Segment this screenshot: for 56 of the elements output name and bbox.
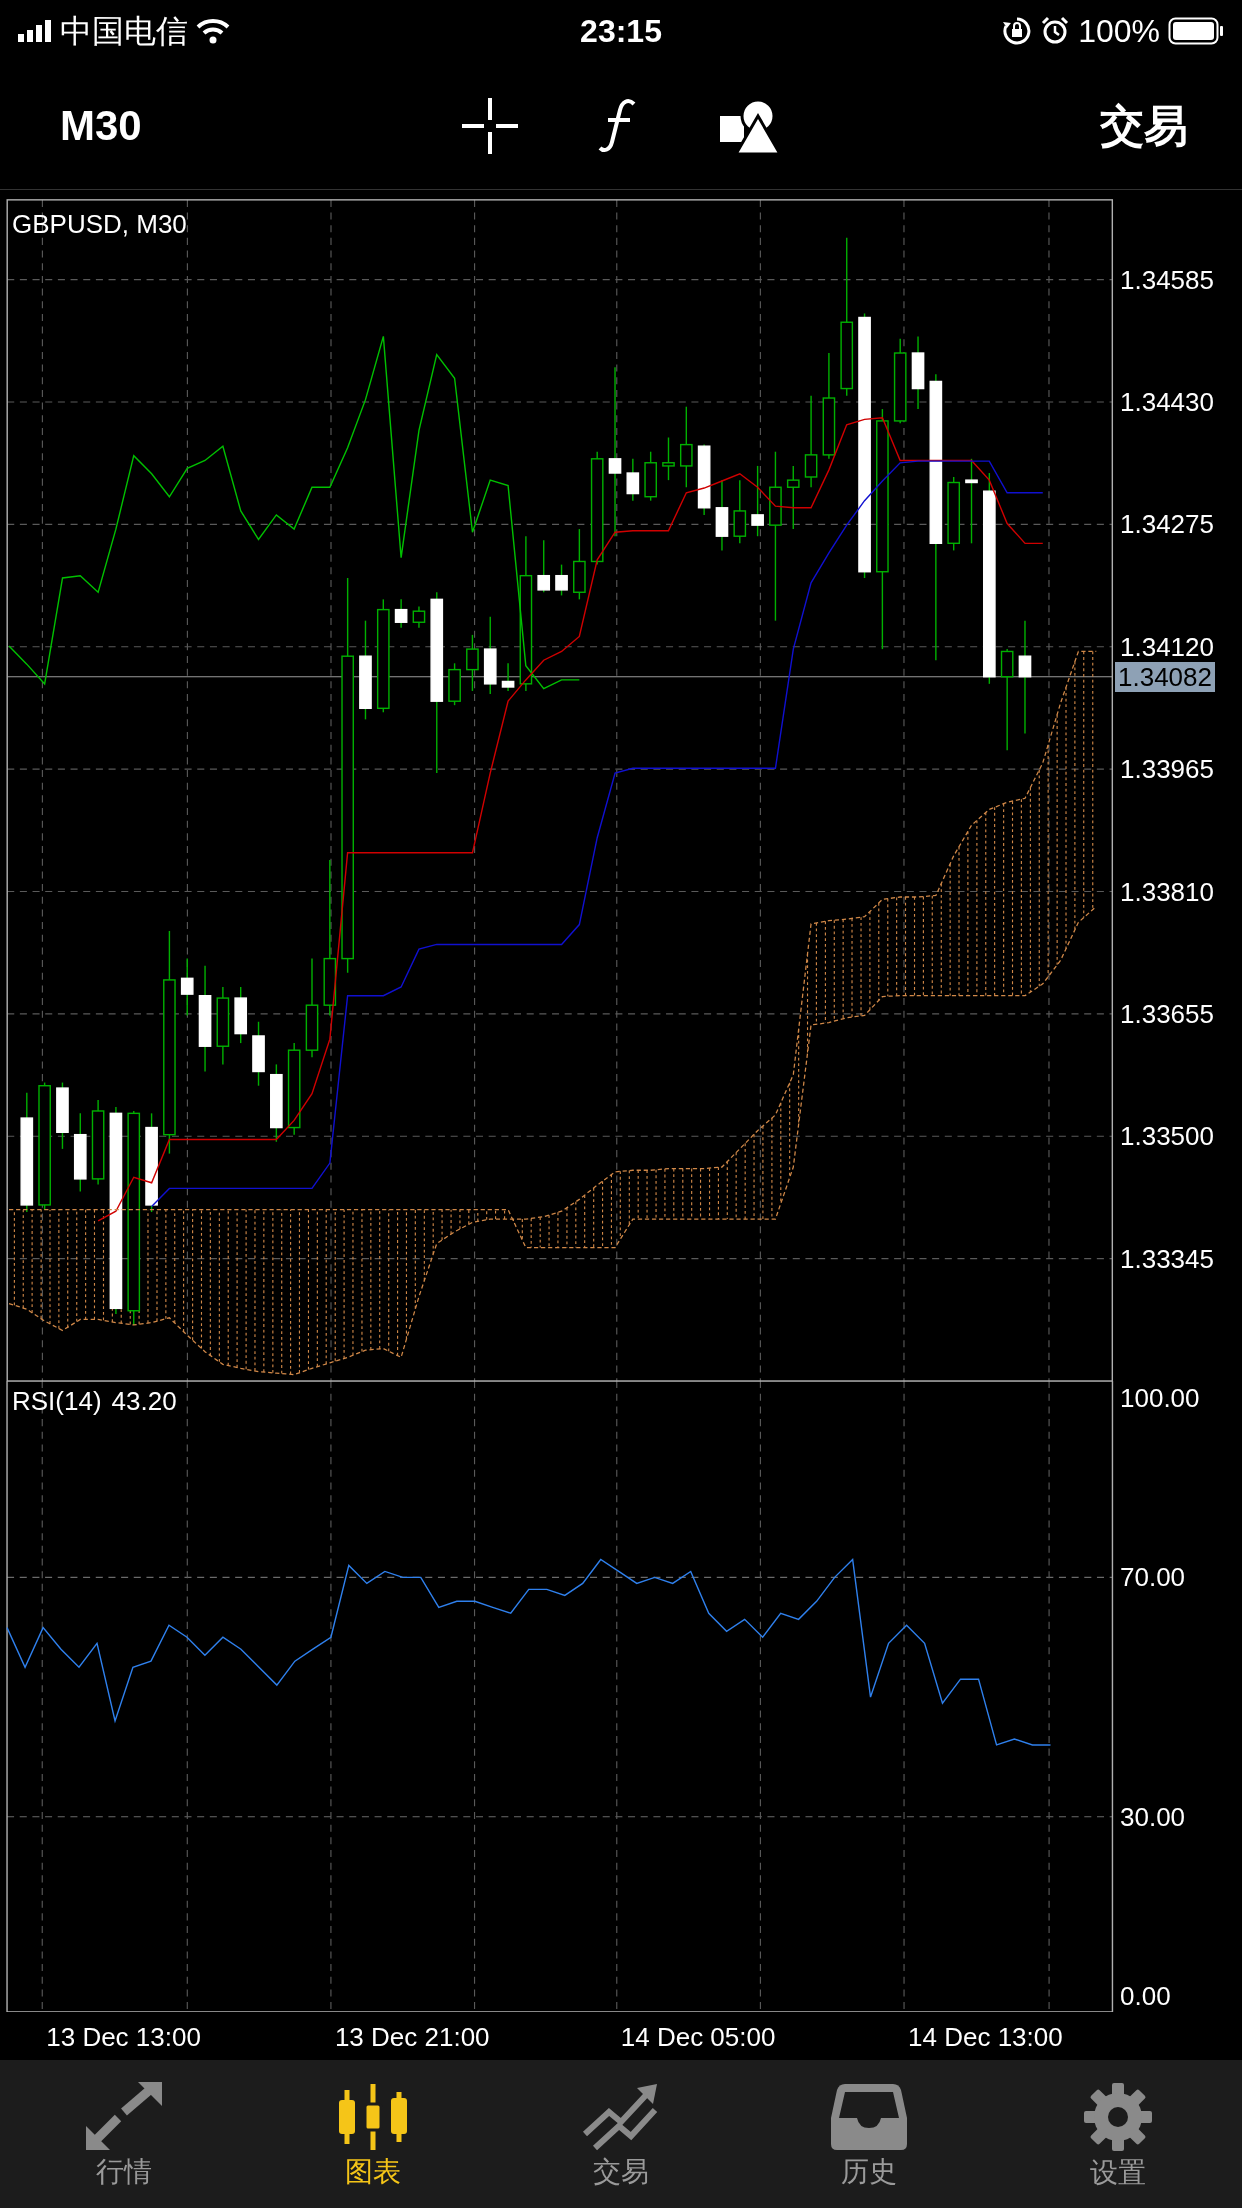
battery-percent: 100% bbox=[1078, 12, 1160, 51]
inbox-icon bbox=[829, 2082, 910, 2152]
candlestick bbox=[448, 662, 461, 706]
time-axis-label: 14 Dec 05:00 bbox=[620, 2024, 776, 2050]
candlestick bbox=[234, 986, 248, 1044]
candlestick bbox=[466, 634, 479, 692]
candlestick bbox=[537, 539, 551, 593]
current-price-tag: 1.34082 bbox=[1115, 661, 1215, 692]
rsi-axis-label: 0.00 bbox=[1120, 1983, 1171, 2010]
indicator-name: RSI(14) bbox=[12, 1388, 102, 1415]
arrows-icon bbox=[84, 2082, 165, 2152]
price-axis-label: 1.34120 bbox=[1120, 633, 1214, 660]
candlestick bbox=[626, 458, 640, 502]
rsi-axis-label: 70.00 bbox=[1120, 1564, 1186, 1591]
tab-bar-item[interactable]: 历史 bbox=[745, 2060, 994, 2208]
tab-bar-item[interactable]: 行情 bbox=[0, 2060, 249, 2208]
rsi-axis-label: 100.00 bbox=[1120, 1384, 1200, 1411]
time-axis-label: 13 Dec 13:00 bbox=[46, 2024, 201, 2050]
signal-icon bbox=[18, 20, 52, 42]
battery-icon bbox=[1168, 17, 1224, 45]
candlestick bbox=[733, 479, 747, 544]
crosshair-icon[interactable] bbox=[460, 95, 520, 156]
candlestick bbox=[56, 1081, 69, 1150]
carrier-name: 中国电信 bbox=[60, 12, 188, 51]
price-axis-label: 1.33500 bbox=[1120, 1123, 1214, 1150]
price-axis-label: 1.33345 bbox=[1120, 1245, 1214, 1272]
candlestick bbox=[662, 436, 675, 481]
indicator-value: 43.20 bbox=[111, 1388, 177, 1415]
chart-symbol-label: GBPUSD, M30 bbox=[12, 211, 187, 238]
candlestick bbox=[555, 563, 568, 597]
rotation-lock-icon bbox=[1002, 16, 1033, 46]
price-axis-label: 1.33655 bbox=[1120, 1001, 1214, 1028]
time-axis-label: 14 Dec 13:00 bbox=[908, 2024, 1063, 2050]
candlestick bbox=[252, 1021, 265, 1087]
tab-bar-item[interactable]: 设置 bbox=[993, 2060, 1242, 2208]
trade-button[interactable]: 交易 bbox=[1100, 92, 1188, 159]
price-axis-label: 1.34585 bbox=[1120, 266, 1214, 293]
alarm-icon bbox=[1040, 16, 1071, 46]
candlestick bbox=[412, 605, 426, 629]
candlestick bbox=[751, 465, 764, 537]
candlestick bbox=[394, 598, 408, 629]
time-axis-label: 13 Dec 21:00 bbox=[334, 2024, 490, 2050]
wifi-icon bbox=[196, 18, 230, 44]
price-axis-label: 1.34430 bbox=[1120, 389, 1214, 415]
timeframe-button[interactable]: M30 bbox=[60, 94, 142, 157]
status-time: 23:15 bbox=[580, 12, 662, 51]
tab-bar-item[interactable]: 图表 bbox=[248, 2060, 497, 2208]
price-axis-label: 1.33965 bbox=[1120, 756, 1214, 783]
candlestick bbox=[501, 662, 515, 692]
rsi-axis-label: 30.00 bbox=[1120, 1803, 1186, 1830]
candlestick bbox=[644, 451, 657, 502]
candlestick bbox=[786, 465, 800, 530]
tab-bar-item[interactable]: 交易 bbox=[496, 2060, 746, 2208]
price-axis-label: 1.33810 bbox=[1120, 878, 1214, 905]
candlestick bbox=[180, 957, 194, 1017]
price-axis-label: 1.34275 bbox=[1120, 511, 1214, 538]
